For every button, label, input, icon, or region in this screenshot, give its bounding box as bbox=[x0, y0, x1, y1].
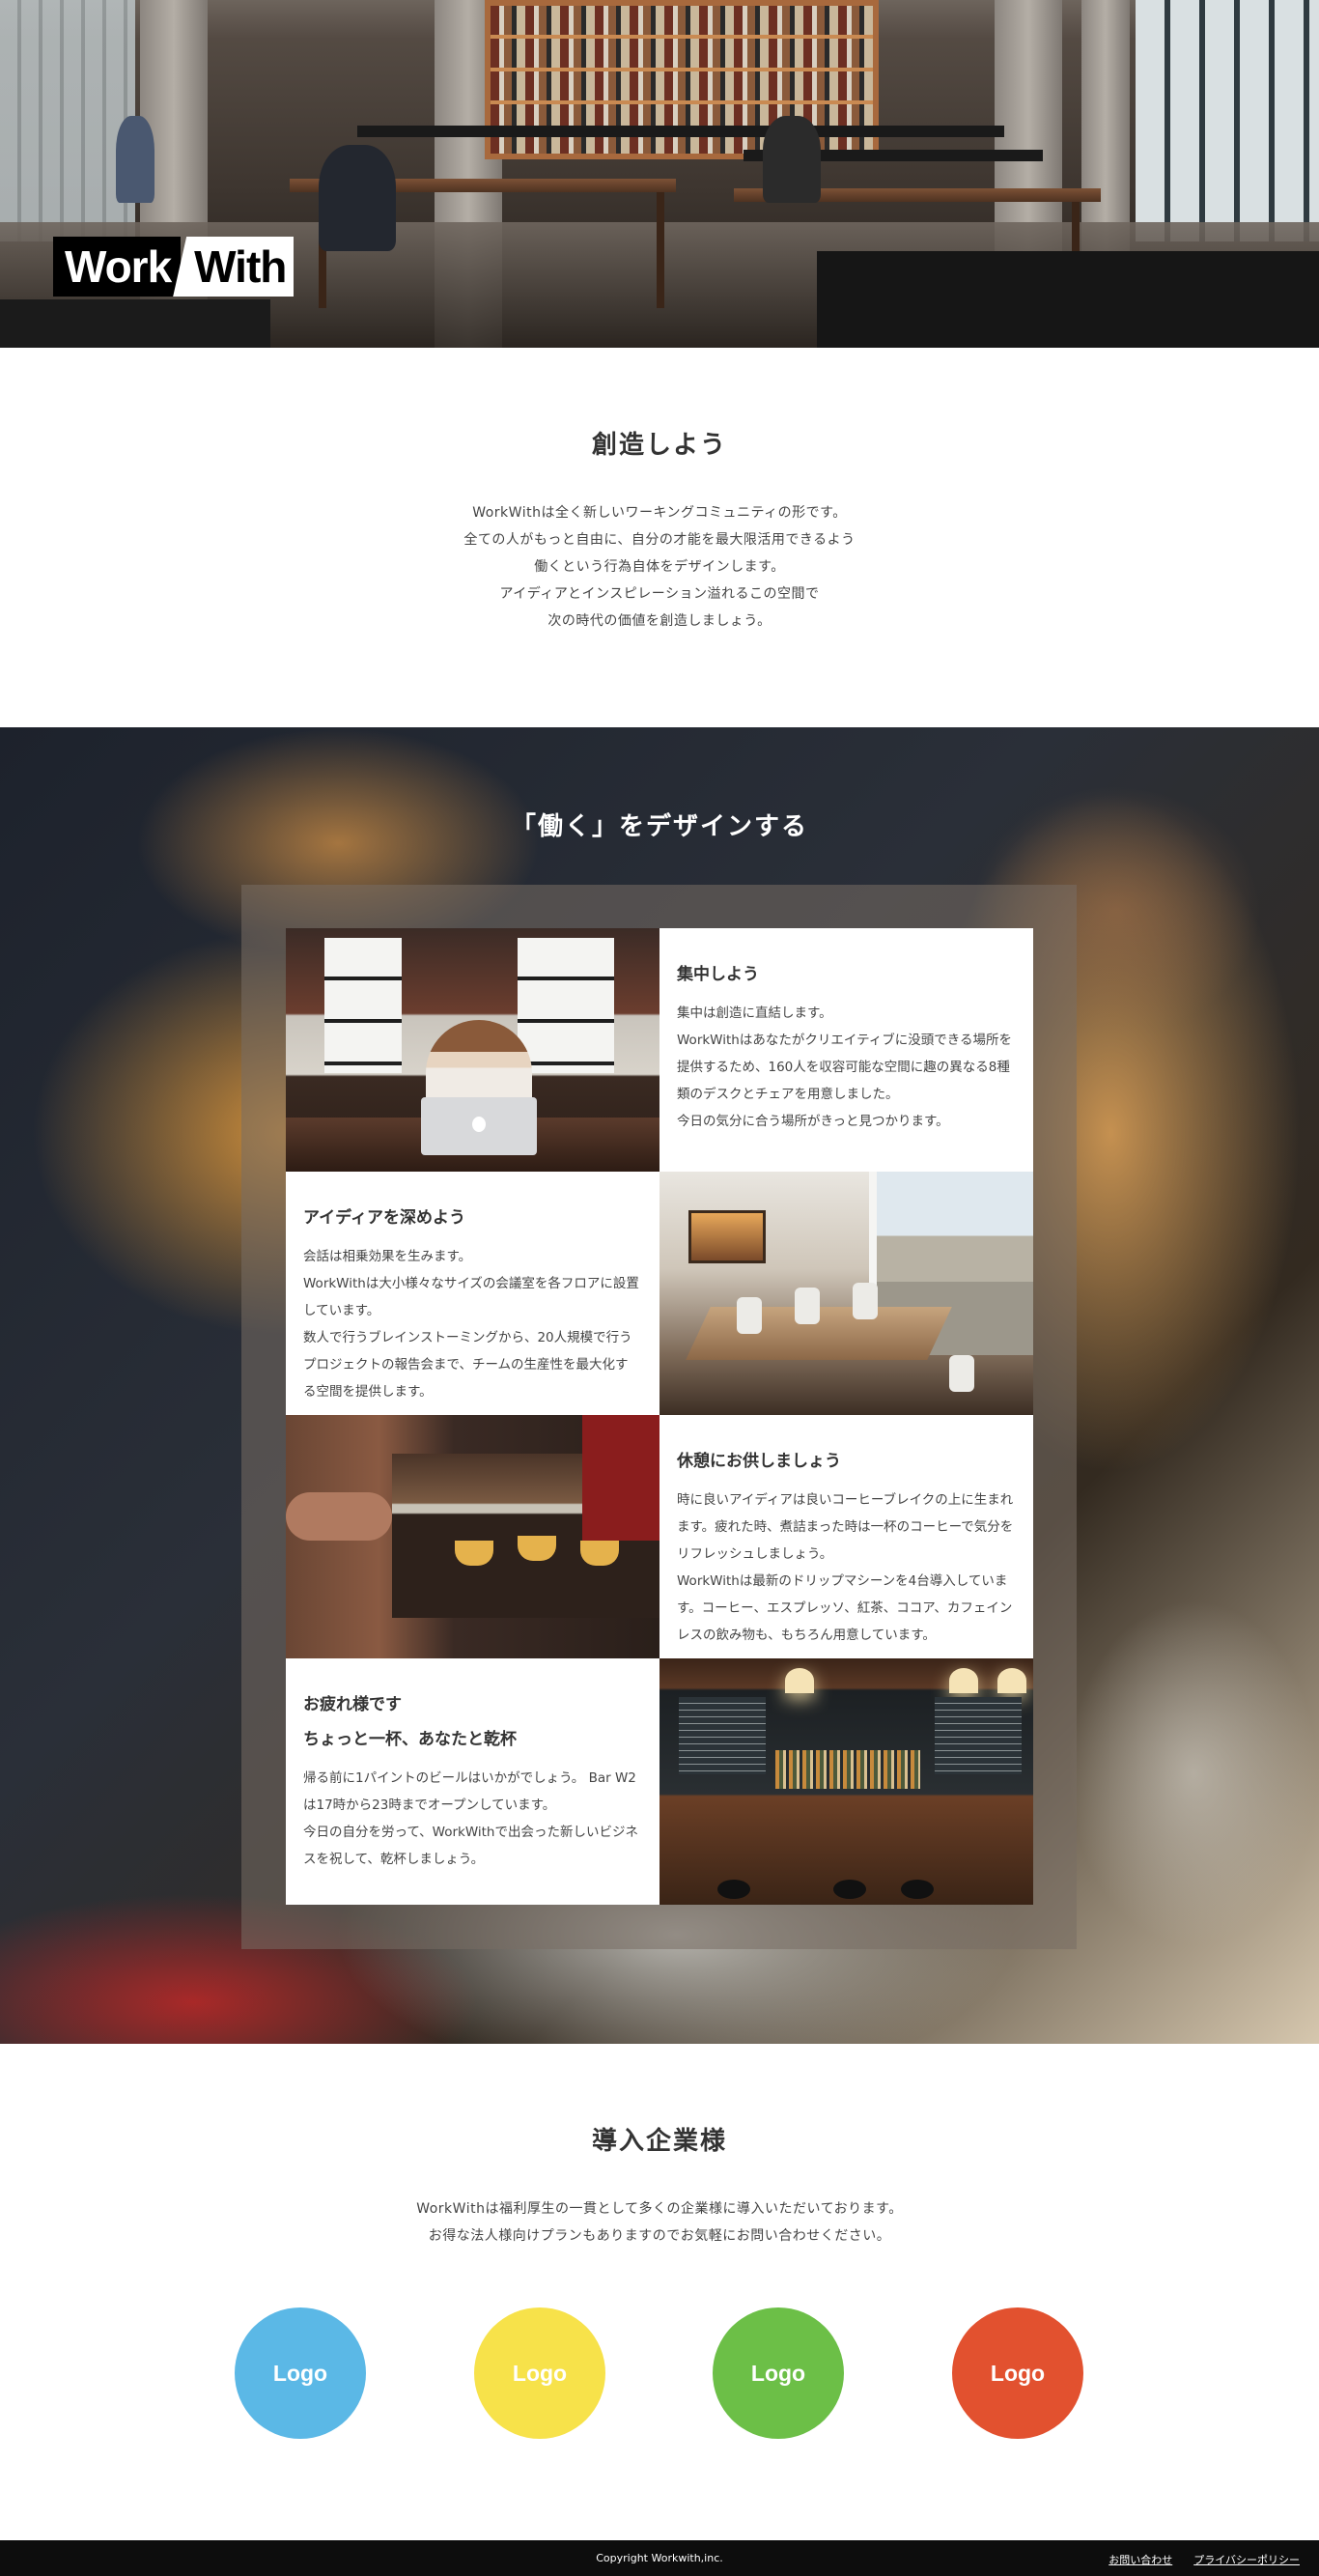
design-section: 「働く」をデザインする 集中しよう 集中は創造に直結します。 WorkWithは… bbox=[0, 727, 1319, 2044]
photo-menu-board bbox=[935, 1697, 1022, 1774]
hero-photo-person bbox=[319, 145, 396, 251]
photo-menu-board bbox=[679, 1697, 766, 1774]
hero-photo-window bbox=[1136, 0, 1319, 241]
feature-ideas: アイディアを深めよう 会話は相乗効果を生みます。 WorkWithは大小様々なサ… bbox=[286, 1172, 660, 1415]
hero-section: Work With bbox=[0, 0, 1319, 348]
photo-chair bbox=[737, 1297, 762, 1334]
feature-title-line: 集中しよう bbox=[677, 965, 759, 984]
partners-text: WorkWithは福利厚生の一貫として多くの企業様に導入いただいております。 お… bbox=[0, 2195, 1319, 2250]
feature-bar: お疲れ様です ちょっと一杯、あなたと乾杯 帰る前に1パイントのビールはいかがでし… bbox=[286, 1658, 660, 1905]
bar-photo bbox=[660, 1658, 1033, 1905]
feature-text: 数人で行うブレインストーミングから、20人規模で行うプロジェクトの報告会まで、チ… bbox=[303, 1330, 632, 1400]
intro-line: 全ての人がもっと自由に、自分の才能を最大限活用できるよう bbox=[463, 532, 856, 548]
feature-title: アイディアを深めよう bbox=[303, 1201, 640, 1235]
feature-text: WorkWithはあなたがクリエイティブに没頭できる場所を提供するため、160人… bbox=[677, 1033, 1012, 1102]
feature-focus: 集中しよう 集中は創造に直結します。 WorkWithはあなたがクリエイティブに… bbox=[660, 928, 1033, 1172]
photo-stool bbox=[717, 1880, 750, 1899]
privacy-policy-link[interactable]: プライバシーポリシー bbox=[1193, 2552, 1300, 2567]
photo-chair bbox=[853, 1283, 878, 1319]
feature-break: 休憩にお供しましょう 時に良いアイディアは良いコーヒーブレイクの上に生まれます。… bbox=[660, 1415, 1033, 1658]
feature-title-line: ちょっと一杯、あなたと乾杯 bbox=[303, 1730, 517, 1749]
intro-line: アイディアとインスピレーション溢れるこの空間で bbox=[499, 586, 820, 602]
feature-text: WorkWithは大小様々なサイズの会議室を各フロアに設置しています。 bbox=[303, 1276, 639, 1318]
feature-grid: 集中しよう 集中は創造に直結します。 WorkWithはあなたがクリエイティブに… bbox=[286, 928, 1033, 1905]
feature-title-line: 休憩にお供しましょう bbox=[677, 1452, 841, 1471]
intro-line: 働くという行為自体をデザインします。 bbox=[534, 559, 785, 575]
intro-line: WorkWithは全く新しいワーキングコミュニティの形です。 bbox=[472, 505, 847, 521]
hero-photo-table-leg bbox=[657, 192, 664, 308]
photo-cup bbox=[580, 1541, 619, 1566]
partners-section: 導入企業様 WorkWithは福利厚生の一貫として多くの企業様に導入いただいてお… bbox=[0, 2044, 1319, 2540]
partner-logo[interactable]: Logo bbox=[713, 2307, 844, 2439]
hero-photo-sofa bbox=[817, 251, 1319, 348]
partner-logo[interactable]: Logo bbox=[474, 2307, 605, 2439]
intro-text: WorkWithは全く新しいワーキングコミュニティの形です。 全ての人がもっと自… bbox=[0, 499, 1319, 635]
photo-window bbox=[518, 938, 614, 1073]
photo-chair bbox=[949, 1355, 974, 1392]
intro-title: 創造しよう bbox=[591, 431, 727, 460]
focus-photo bbox=[286, 928, 660, 1172]
photo-stool bbox=[901, 1880, 934, 1899]
intro-line: 次の時代の価値を創造しましょう。 bbox=[547, 613, 772, 629]
hero-photo-lamp bbox=[357, 126, 1004, 137]
hero-photo-person bbox=[116, 116, 154, 203]
contact-link[interactable]: お問い合わせ bbox=[1109, 2552, 1172, 2567]
design-title: 「働く」をデザインする bbox=[510, 812, 808, 841]
feature-text: 帰る前に1パイントのビールはいかがでしょう。 Bar W2は17時から23時まで… bbox=[303, 1770, 636, 1813]
photo-lamp bbox=[785, 1668, 814, 1693]
partner-logo[interactable]: Logo bbox=[235, 2307, 366, 2439]
hero-photo-person bbox=[763, 116, 821, 203]
feature-text: 今日の気分に合う場所がきっと見つかります。 bbox=[677, 1114, 949, 1129]
feature-text: WorkWithは最新のドリップマシーンを4台導入しています。コーヒー、エスプレ… bbox=[677, 1573, 1013, 1643]
photo-bottles bbox=[775, 1750, 920, 1789]
photo-arm bbox=[286, 1492, 392, 1541]
hero-photo-window bbox=[0, 0, 135, 241]
feature-text: 集中は創造に直結します。 bbox=[677, 1005, 832, 1021]
photo-cup bbox=[518, 1536, 556, 1561]
feature-title: 休憩にお供しましょう bbox=[677, 1444, 1014, 1479]
hero-photo-sofa bbox=[0, 299, 270, 348]
feature-title-line: お疲れ様です bbox=[303, 1695, 402, 1714]
photo-cup bbox=[455, 1541, 493, 1566]
photo-stool bbox=[833, 1880, 866, 1899]
site-logo[interactable]: Work With bbox=[53, 237, 295, 297]
intro-section: 創造しよう WorkWithは全く新しいワーキングコミュニティの形です。 全ての… bbox=[0, 348, 1319, 727]
photo-painting bbox=[688, 1210, 766, 1263]
background-blur bbox=[1068, 1599, 1319, 1947]
logo-text-with: With bbox=[173, 237, 295, 297]
feature-text: 今日の自分を労って、WorkWithで出会った新しいビジネスを祝して、乾杯しまし… bbox=[303, 1825, 638, 1867]
feature-title-line: アイディアを深めよう bbox=[303, 1208, 465, 1228]
feature-text: 会話は相乗効果を生みます。 bbox=[303, 1249, 472, 1264]
photo-chair bbox=[795, 1288, 820, 1324]
partners-title: 導入企業様 bbox=[591, 2127, 727, 2156]
site-footer: Copyright Workwith,inc. お問い合わせ プライバシーポリシ… bbox=[0, 2540, 1319, 2576]
partner-logo[interactable]: Logo bbox=[952, 2307, 1083, 2439]
feature-title: お疲れ様です ちょっと一杯、あなたと乾杯 bbox=[303, 1687, 640, 1757]
footer-links: お問い合わせ プライバシーポリシー bbox=[1109, 2552, 1300, 2567]
photo-background bbox=[582, 1415, 660, 1541]
logo-text-work: Work bbox=[53, 237, 182, 297]
photo-window bbox=[324, 938, 402, 1073]
partners-line: WorkWithは福利厚生の一貫として多くの企業様に導入いただいております。 bbox=[416, 2201, 903, 2217]
feature-text: 時に良いアイディアは良いコーヒーブレイクの上に生まれます。疲れた時、煮詰まった時… bbox=[677, 1492, 1014, 1562]
partner-logos: Logo Logo Logo Logo bbox=[0, 2307, 1319, 2443]
meeting-room-photo bbox=[660, 1172, 1033, 1415]
partners-line: お得な法人様向けプランもありますのでお気軽にお問い合わせください。 bbox=[428, 2228, 891, 2244]
apple-logo-icon bbox=[472, 1117, 486, 1132]
coffee-photo bbox=[286, 1415, 660, 1658]
photo-lamp bbox=[949, 1668, 978, 1693]
feature-title: 集中しよう bbox=[677, 957, 1014, 992]
photo-lamp bbox=[997, 1668, 1026, 1693]
